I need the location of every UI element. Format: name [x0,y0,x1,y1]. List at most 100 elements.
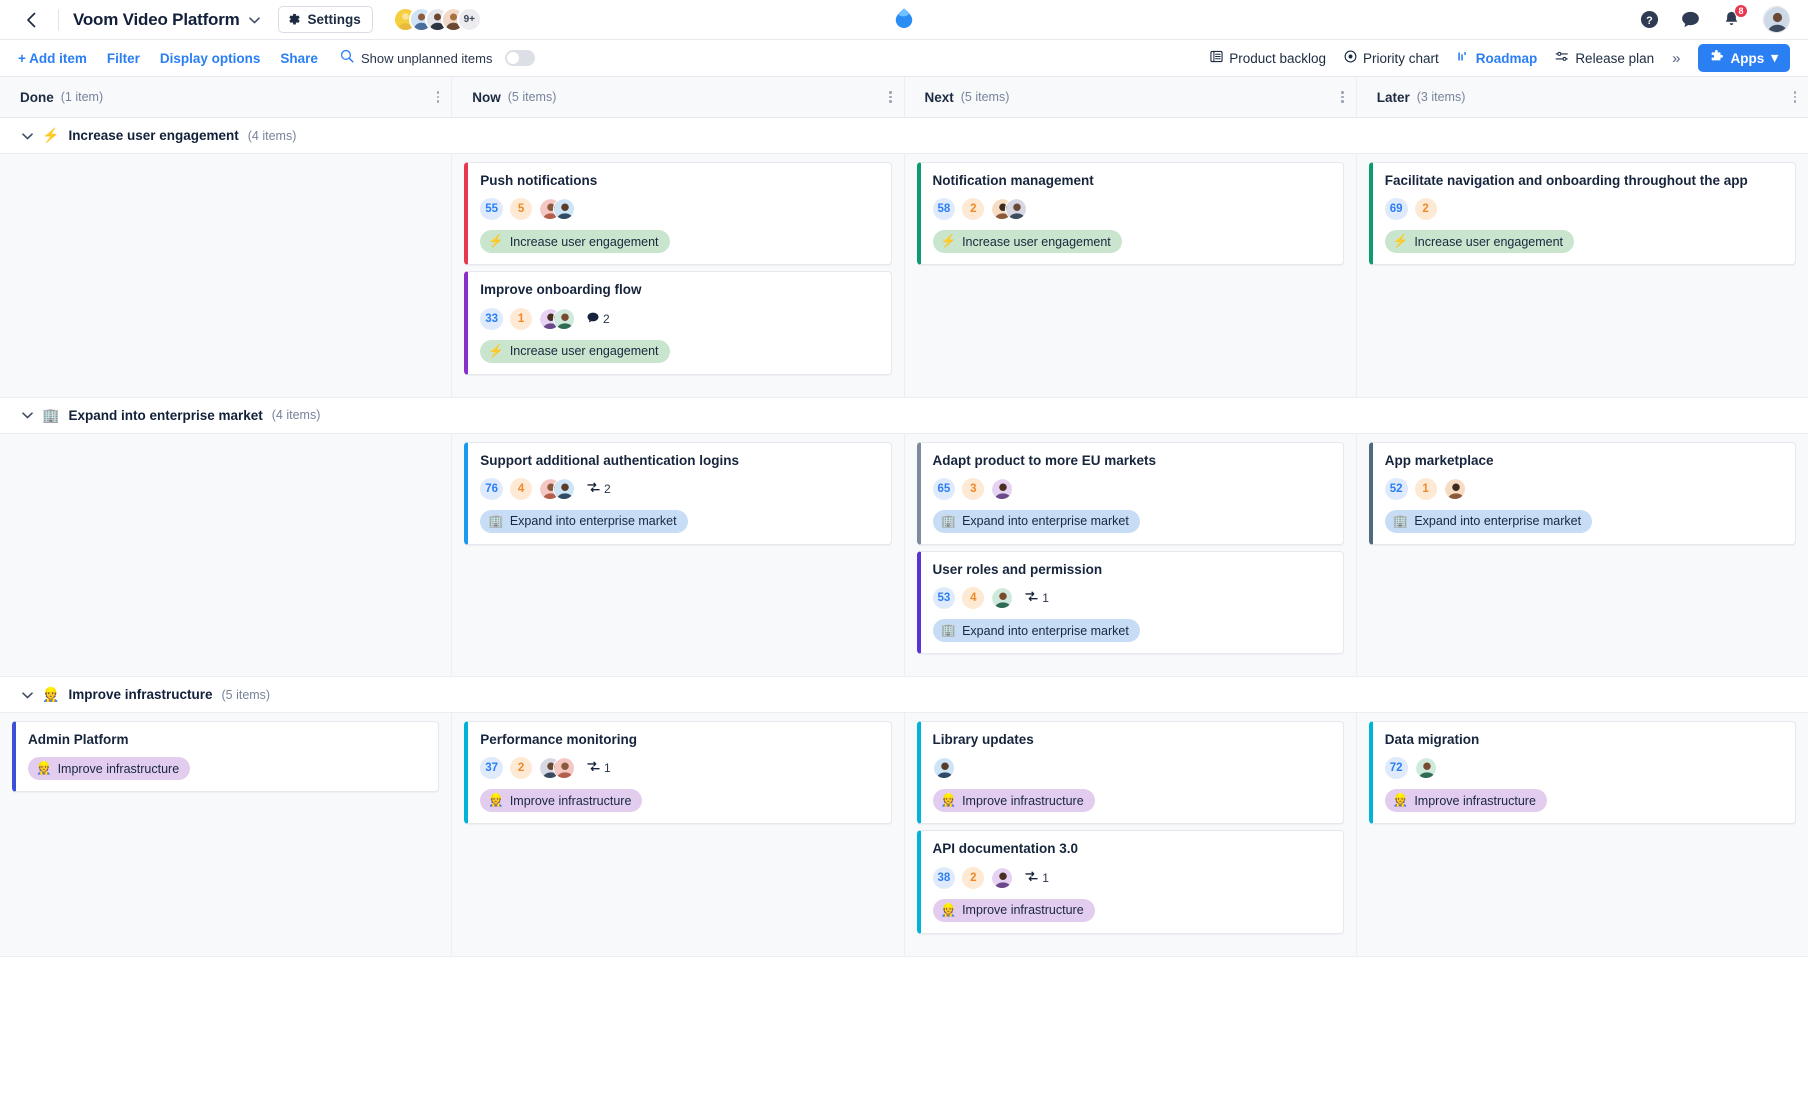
lane-cell-next[interactable]: Library updates 👷 Improve infrastructure AP… [905,713,1357,957]
card-dependencies[interactable]: 2 [587,482,611,496]
view-priority-chart[interactable]: Priority chart [1344,50,1439,66]
card-assignees[interactable] [991,198,1028,221]
card-assignees[interactable] [539,198,576,221]
card-goal-pill[interactable]: ⚡ Increase user engagement [480,339,670,363]
card-score-badge[interactable]: 53 [932,587,956,610]
card-goal-pill[interactable]: ⚡ Increase user engagement [480,230,670,254]
chevron-down-icon[interactable] [22,688,33,702]
card-assignees[interactable] [991,587,1014,610]
roadmap-card[interactable]: API documentation 3.0 38 2 1 👷 Improve infras… [916,830,1344,934]
card-assignees[interactable] [991,866,1014,889]
card-goal-pill[interactable]: ⚡ Increase user engagement [1384,230,1575,254]
card-effort-badge[interactable]: 2 [1414,198,1437,221]
card-score-badge[interactable]: 55 [480,198,504,221]
roadmap-card[interactable]: Notification management 58 2 ⚡ Increase user… [916,162,1344,266]
card-effort-badge[interactable]: 4 [962,587,985,610]
card-effort-badge[interactable]: 1 [510,307,533,330]
lane-cell-next[interactable]: Notification management 58 2 ⚡ Increase user… [905,154,1357,397]
help-circle-icon[interactable]: ? [1640,10,1659,29]
collaborator-avatars[interactable]: 9+ [392,7,482,32]
bell-icon[interactable]: 8 [1722,4,1748,29]
column-menu-icon[interactable] [889,91,892,103]
card-score-badge[interactable]: 33 [480,307,504,330]
add-item-button[interactable]: + Add item [18,51,87,66]
back-icon[interactable] [18,7,44,33]
card-dependencies[interactable]: 1 [587,761,611,775]
roadmap-card[interactable]: Improve onboarding flow 33 1 2 ⚡ Increase use… [464,271,892,375]
card-effort-badge[interactable]: 4 [510,477,533,500]
roadmap-card[interactable]: Support additional authentication logins… [464,441,892,545]
card-assignees[interactable] [991,477,1014,500]
card-score-badge[interactable]: 69 [1384,198,1408,221]
chevron-double-right-icon[interactable]: » [1672,50,1680,67]
column-menu-icon[interactable] [436,91,440,103]
card-effort-badge[interactable]: 2 [510,757,533,780]
show-unplanned-toggle[interactable] [505,50,536,66]
chat-bubble-icon[interactable] [1681,10,1700,29]
lane-cell-done[interactable] [0,433,453,677]
column-menu-icon[interactable] [1793,91,1796,103]
settings-button[interactable]: Settings [277,6,373,33]
roadmap-card[interactable]: Admin Platform 👷 Improve infrastructure [12,721,440,793]
card-score-badge[interactable]: 52 [1384,477,1408,500]
card-assignees[interactable] [539,477,576,500]
card-goal-pill[interactable]: 👷 Improve infrastructure [932,898,1095,922]
chevron-down-icon[interactable] [22,408,33,422]
lane-cell-later[interactable]: App marketplace 52 1 🏢 Expand into enterpris… [1357,434,1808,677]
card-assignees[interactable] [1414,757,1437,780]
roadmap-card[interactable]: Facilitate navigation and onboarding thr… [1368,162,1796,266]
lane-cell-done[interactable] [0,154,453,397]
lane-cell-later[interactable]: Data migration 72 👷 Improve infrastructure [1357,713,1808,956]
roadmap-card[interactable]: Adapt product to more EU markets 65 3 🏢 Expa… [916,441,1344,545]
lane-cell-now[interactable]: Performance monitoring 37 2 1 👷 Improve infra… [452,713,905,957]
lane-cell-later[interactable]: Facilitate navigation and onboarding thr… [1357,154,1808,397]
roadmap-card[interactable]: App marketplace 52 1 🏢 Expand into enterpris… [1368,441,1796,545]
card-effort-badge[interactable]: 1 [1414,477,1437,500]
card-dependencies[interactable]: 1 [1025,871,1049,885]
card-assignees[interactable] [539,757,576,780]
display-options-button[interactable]: Display options [160,51,261,66]
roadmap-card[interactable]: Performance monitoring 37 2 1 👷 Improve infra… [464,721,892,825]
filter-button[interactable]: Filter [107,51,140,66]
card-goal-pill[interactable]: ⚡ Increase user engagement [932,230,1122,254]
view-roadmap[interactable]: Roadmap [1457,50,1537,66]
view-product-backlog[interactable]: Product backlog [1210,50,1326,66]
card-dependencies[interactable]: 1 [1025,591,1049,605]
card-goal-pill[interactable]: 🏢 Expand into enterprise market [1384,509,1593,533]
card-assignees[interactable] [932,757,955,780]
card-goal-pill[interactable]: 🏢 Expand into enterprise market [480,509,688,533]
card-score-badge[interactable]: 38 [932,866,956,889]
card-score-badge[interactable]: 37 [480,757,504,780]
swimlane-header[interactable]: 👷 Improve infrastructure (5 items) [0,677,1808,714]
avatar-overflow-count[interactable]: 9+ [456,7,482,32]
card-goal-pill[interactable]: 👷 Improve infrastructure [1384,789,1547,813]
swimlane-header[interactable]: 🏢 Expand into enterprise market (4 items) [0,397,1808,434]
card-comments[interactable]: 2 [587,312,610,326]
card-effort-badge[interactable]: 5 [510,198,533,221]
roadmap-card[interactable]: Push notifications 55 5 ⚡ Increase user enga… [464,162,892,266]
swimlane-header[interactable]: ⚡ Increase user engagement (4 items) [0,118,1808,154]
card-effort-badge[interactable]: 2 [962,866,985,889]
card-score-badge[interactable]: 58 [932,198,956,221]
card-score-badge[interactable]: 76 [480,477,504,500]
card-goal-pill[interactable]: 👷 Improve infrastructure [28,757,191,781]
card-score-badge[interactable]: 72 [1384,757,1408,780]
lane-cell-done[interactable]: Admin Platform 👷 Improve infrastructure [0,713,453,957]
card-goal-pill[interactable]: 🏢 Expand into enterprise market [932,619,1140,643]
roadmap-card[interactable]: Library updates 👷 Improve infrastructure [916,721,1344,825]
roadmap-card[interactable]: Data migration 72 👷 Improve infrastructure [1368,721,1796,825]
share-button[interactable]: Share [280,51,318,66]
lane-cell-now[interactable]: Support additional authentication logins… [452,433,905,677]
card-goal-pill[interactable]: 👷 Improve infrastructure [480,789,643,813]
search-icon[interactable] [340,49,354,68]
card-score-badge[interactable]: 65 [932,477,956,500]
chevron-down-icon[interactable] [248,13,260,27]
card-goal-pill[interactable]: 🏢 Expand into enterprise market [932,509,1140,533]
card-effort-badge[interactable]: 2 [962,198,985,221]
roadmap-card[interactable]: User roles and permission 53 4 1 🏢 Expand int… [916,550,1344,655]
apps-button[interactable]: Apps ▾ [1698,44,1790,72]
chevron-down-icon[interactable] [22,129,33,143]
card-effort-badge[interactable]: 3 [962,477,985,500]
lane-cell-next[interactable]: Adapt product to more EU markets 65 3 🏢 Expa… [905,433,1357,677]
card-assignees[interactable] [539,307,576,330]
